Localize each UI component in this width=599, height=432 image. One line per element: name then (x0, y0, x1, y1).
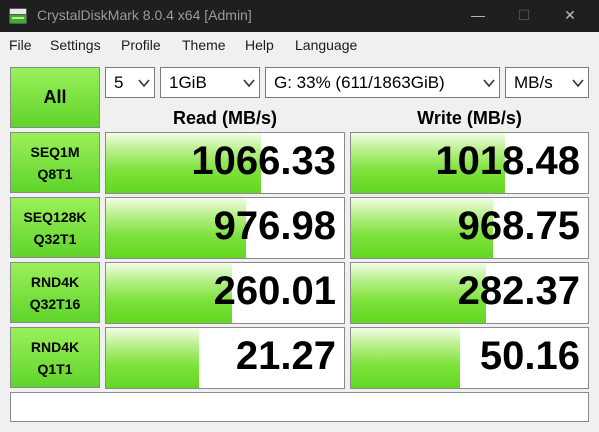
test-name: SEQ128K (23, 208, 87, 225)
write-column-header: Write (MB/s) (417, 108, 522, 128)
read-column-header: Read (MB/s) (172, 108, 277, 128)
read-result-seq128k: 976.98 (105, 197, 345, 259)
chevron-down-icon (243, 79, 255, 88)
window-title: CrystalDiskMark 8.0.4 x64 [Admin] (37, 7, 252, 23)
menu-language[interactable]: Language (295, 37, 357, 53)
read-score: 21.27 (235, 334, 336, 378)
test-count-value: 5 (114, 73, 124, 92)
menu-settings[interactable]: Settings (50, 37, 101, 53)
unit-value: MB/s (514, 73, 553, 92)
minimize-button[interactable]: — (455, 0, 501, 32)
maximize-button[interactable]: ☐ (501, 0, 547, 32)
read-score: 260.01 (213, 269, 336, 313)
chevron-down-icon (483, 79, 495, 88)
read-score-bar (106, 328, 199, 388)
read-result-rnd4k-q1t1: 21.27 (105, 327, 345, 389)
test-button-seq1m-q8t1[interactable]: SEQ1M Q8T1 (10, 132, 100, 193)
write-score-bar (351, 328, 461, 388)
title-bar: CrystalDiskMark 8.0.4 x64 [Admin] — ☐ ✕ (0, 0, 599, 32)
test-name: RND4K (30, 273, 80, 290)
test-params: Q1T1 (37, 360, 73, 377)
chevron-down-icon (572, 79, 584, 88)
test-button-rnd4k-q32t16[interactable]: RND4K Q32T16 (10, 262, 100, 323)
test-name: RND4K (30, 338, 80, 355)
drive-select[interactable]: G: 33% (611/1863GiB) (265, 67, 500, 98)
test-count-select[interactable]: 5 (105, 67, 155, 98)
read-result-seq1m: 1066.33 (105, 132, 345, 194)
write-score: 968.75 (457, 204, 580, 248)
close-button[interactable]: ✕ (547, 0, 593, 32)
read-score: 976.98 (213, 204, 336, 248)
write-score: 50.16 (479, 334, 580, 378)
write-score: 1018.48 (435, 139, 580, 183)
test-button-rnd4k-q1t1[interactable]: RND4K Q1T1 (10, 327, 100, 388)
menu-theme[interactable]: Theme (182, 37, 226, 53)
chevron-down-icon (138, 79, 150, 88)
crystaldiskmark-app-icon (9, 8, 27, 24)
write-result-rnd4k-q1t1: 50.16 (350, 327, 589, 389)
test-size-select[interactable]: 1GiB (160, 67, 260, 98)
drive-value: G: 33% (611/1863GiB) (274, 73, 445, 92)
unit-select[interactable]: MB/s (505, 67, 589, 98)
menu-help[interactable]: Help (245, 37, 274, 53)
test-params: Q32T16 (29, 295, 81, 312)
write-result-rnd4k-q32t16: 282.37 (350, 262, 589, 324)
read-score: 1066.33 (191, 139, 336, 183)
test-name: SEQ1M (30, 143, 80, 160)
write-result-seq128k: 968.75 (350, 197, 589, 259)
menu-profile[interactable]: Profile (121, 37, 161, 53)
test-params: Q8T1 (37, 165, 73, 182)
write-score: 282.37 (457, 269, 580, 313)
menu-bar: File Settings Profile Theme Help Languag… (0, 32, 599, 58)
write-result-seq1m: 1018.48 (350, 132, 589, 194)
test-size-value: 1GiB (169, 73, 207, 92)
menu-file[interactable]: File (9, 37, 32, 53)
read-result-rnd4k-q32t16: 260.01 (105, 262, 345, 324)
comment-input[interactable] (10, 392, 589, 422)
test-button-seq128k-q32t1[interactable]: SEQ128K Q32T1 (10, 197, 100, 258)
run-all-button[interactable]: All (10, 67, 100, 128)
test-params: Q32T1 (33, 230, 77, 247)
